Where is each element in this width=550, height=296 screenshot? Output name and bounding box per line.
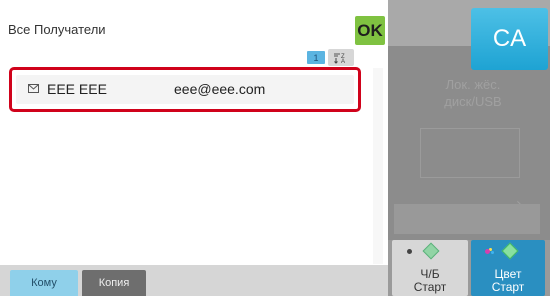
start-diamond-icon [422, 242, 440, 260]
start-diamond-icon [501, 242, 519, 260]
bw-dot-icon [407, 249, 412, 254]
color-start-button[interactable]: Цвет Старт [471, 240, 545, 296]
background-storage-line-1: Лок. жёс. [445, 77, 501, 92]
color-start-label-2: Старт [491, 280, 525, 294]
background-button [394, 204, 540, 234]
color-dots-icon [485, 249, 490, 254]
dialog-title: Все Получатели [8, 22, 106, 37]
tab-cc[interactable]: Копия [82, 270, 146, 296]
clear-all-button[interactable]: CA [471, 8, 548, 70]
recipient-row[interactable]: EEE EEE eee@eee.com [9, 67, 361, 112]
bw-start-label-2: Старт [413, 280, 447, 294]
recipient-email: eee@eee.com [174, 81, 266, 97]
sort-icon: Z A [334, 53, 345, 64]
sort-button[interactable]: Z A [328, 49, 354, 66]
mail-icon [28, 84, 39, 93]
recipient-name: EEE EEE [47, 81, 107, 97]
background-box [420, 128, 520, 178]
scrollbar[interactable] [373, 68, 383, 264]
screen: Лок. жёс. диск/USB › CA Все Получатели O… [0, 0, 550, 296]
background-storage-label: Лок. жёс. диск/USB [418, 76, 528, 110]
bw-start-button[interactable]: Ч/Б Старт [392, 240, 468, 296]
svg-text:A: A [341, 59, 345, 64]
tab-to[interactable]: Кому [10, 270, 78, 296]
ok-button[interactable]: OK [355, 16, 385, 45]
recipients-dialog: Все Получатели OK 1 Z A EEE EEE eee@eee.… [0, 0, 388, 296]
page-indicator: 1 [307, 51, 325, 64]
background-storage-line-2: диск/USB [444, 94, 502, 109]
list-item: EEE EEE eee@eee.com [16, 75, 354, 104]
